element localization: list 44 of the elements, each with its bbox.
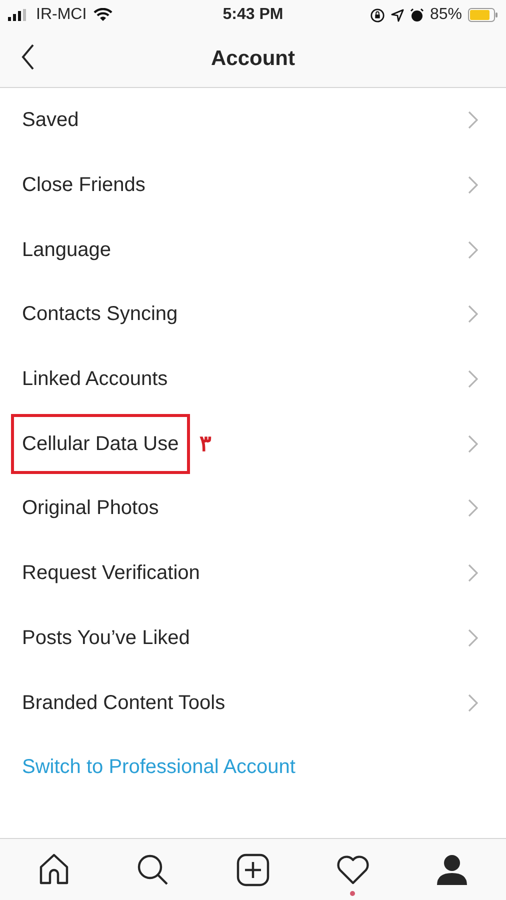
alarm-icon <box>410 8 424 22</box>
wifi-icon <box>92 8 113 22</box>
chevron-right-icon <box>468 111 478 130</box>
row-label: Close Friends <box>21 173 146 198</box>
settings-row[interactable]: Posts You’ve Liked <box>0 606 506 670</box>
settings-row[interactable]: Saved <box>0 88 506 153</box>
row-label: Language <box>21 238 112 263</box>
chevron-right-icon <box>468 564 478 582</box>
highlighted-label: Cellular Data Use <box>11 414 190 474</box>
battery-percentage: 85% <box>430 5 462 25</box>
person-icon <box>435 852 470 886</box>
row-label: Posts You’ve Liked <box>21 626 191 651</box>
chevron-right-icon <box>468 370 478 388</box>
location-arrow-icon <box>390 8 404 22</box>
row-label: Original Photos <box>21 496 160 522</box>
search-icon <box>136 852 170 886</box>
chevron-right-icon <box>468 499 478 518</box>
settings-row[interactable]: Linked Accounts <box>0 346 506 412</box>
settings-row[interactable]: Original Photos <box>0 476 506 541</box>
battery-icon <box>468 8 498 22</box>
chevron-right-icon <box>468 434 478 453</box>
row-label: Saved <box>21 108 80 134</box>
row-label: Contacts Syncing <box>21 302 179 328</box>
settings-row[interactable]: Request Verification <box>0 540 506 606</box>
settings-row[interactable]: Contacts Syncing <box>0 282 506 347</box>
carrier-name: IR-MCI <box>36 5 87 25</box>
page-title: Account <box>211 46 295 72</box>
chevron-right-icon <box>468 240 478 259</box>
clock-time: 5:43 PM <box>222 5 284 25</box>
settings-row[interactable]: Language <box>0 217 506 282</box>
settings-row[interactable]: Close Friends <box>0 152 506 218</box>
chevron-right-icon <box>468 628 478 647</box>
settings-row[interactable]: Branded Content Tools <box>0 670 506 735</box>
chevron-right-icon <box>468 305 478 324</box>
annotation-number: ۳ <box>200 430 212 458</box>
chevron-right-icon <box>468 176 478 194</box>
plus-square-icon <box>236 852 270 886</box>
rotation-lock-icon <box>370 8 385 22</box>
heart-icon <box>336 852 370 886</box>
row-label: Request Verification <box>21 561 201 586</box>
row-label: Linked Accounts <box>21 367 169 392</box>
back-chevron-icon <box>21 44 35 70</box>
chevron-right-icon <box>468 694 478 712</box>
row-label: Branded Content Tools <box>21 690 226 716</box>
